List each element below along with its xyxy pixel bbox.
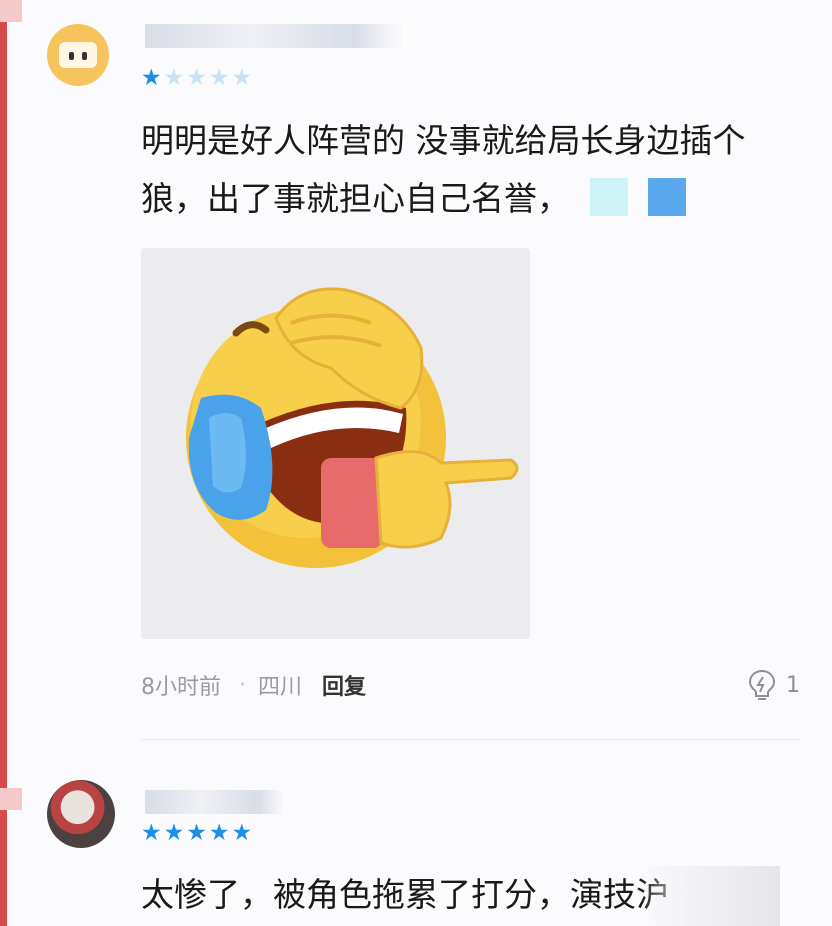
- star-icon: ★: [208, 65, 230, 91]
- edge-marker: [0, 788, 22, 810]
- comment-text-line: 狼，出了事就担心自己名誉，: [141, 170, 781, 228]
- comment-text-line: 明明是好人阵营的 没事就给局长身边插个: [141, 121, 746, 160]
- laughing-facepalm-sticker-icon: [141, 248, 530, 639]
- star-icon: ★: [186, 820, 207, 846]
- avatar-eye: [82, 52, 87, 60]
- reply-button[interactable]: 回复: [322, 669, 366, 701]
- rating-stars: ★ ★ ★ ★ ★: [141, 821, 252, 845]
- like-count: 1: [786, 672, 800, 698]
- comment-text: 明明是好人阵营的 没事就给局长身边插个 狼，出了事就担心自己名誉，: [141, 112, 781, 228]
- sticker-image[interactable]: [141, 248, 530, 639]
- comment-text: 太惨了，被角色拖累了打分，演技沪: [141, 875, 669, 914]
- edge-marker: [0, 0, 22, 22]
- star-icon: ★: [208, 820, 230, 846]
- comment-time: 8小时前: [141, 675, 221, 700]
- comment-location: 四川: [258, 675, 303, 700]
- avatar-eye: [69, 52, 74, 60]
- comment-divider: [141, 739, 801, 740]
- avatar-face: [59, 42, 97, 68]
- meta-separator: ·: [239, 672, 246, 698]
- star-icon: ★: [141, 65, 162, 91]
- rating-stars: ★ ★ ★ ★ ★: [141, 66, 252, 90]
- text-fade-overlay: [640, 866, 780, 926]
- username-redacted[interactable]: [145, 790, 287, 814]
- comment-text-fragment: 狼，出了事就担心自己名誉，: [141, 179, 570, 218]
- emoji-icon: [590, 178, 628, 216]
- avatar[interactable]: [47, 24, 109, 86]
- star-icon: ★: [141, 820, 162, 846]
- emoji-icon: [648, 178, 686, 216]
- star-icon: ★: [231, 820, 253, 846]
- like-button[interactable]: 1: [746, 668, 800, 702]
- comment-list: ★ ★ ★ ★ ★ 明明是好人阵营的 没事就给局长身边插个 狼，出了事就担心自己…: [0, 0, 832, 926]
- avatar[interactable]: [47, 780, 115, 848]
- star-icon: ★: [163, 65, 185, 91]
- star-icon: ★: [186, 65, 207, 91]
- comment-meta: 8小时前 · 四川 回复: [141, 669, 366, 701]
- lightbulb-icon: [748, 669, 776, 700]
- star-icon: ★: [231, 65, 253, 91]
- username-redacted[interactable]: [145, 24, 407, 48]
- star-icon: ★: [163, 820, 185, 846]
